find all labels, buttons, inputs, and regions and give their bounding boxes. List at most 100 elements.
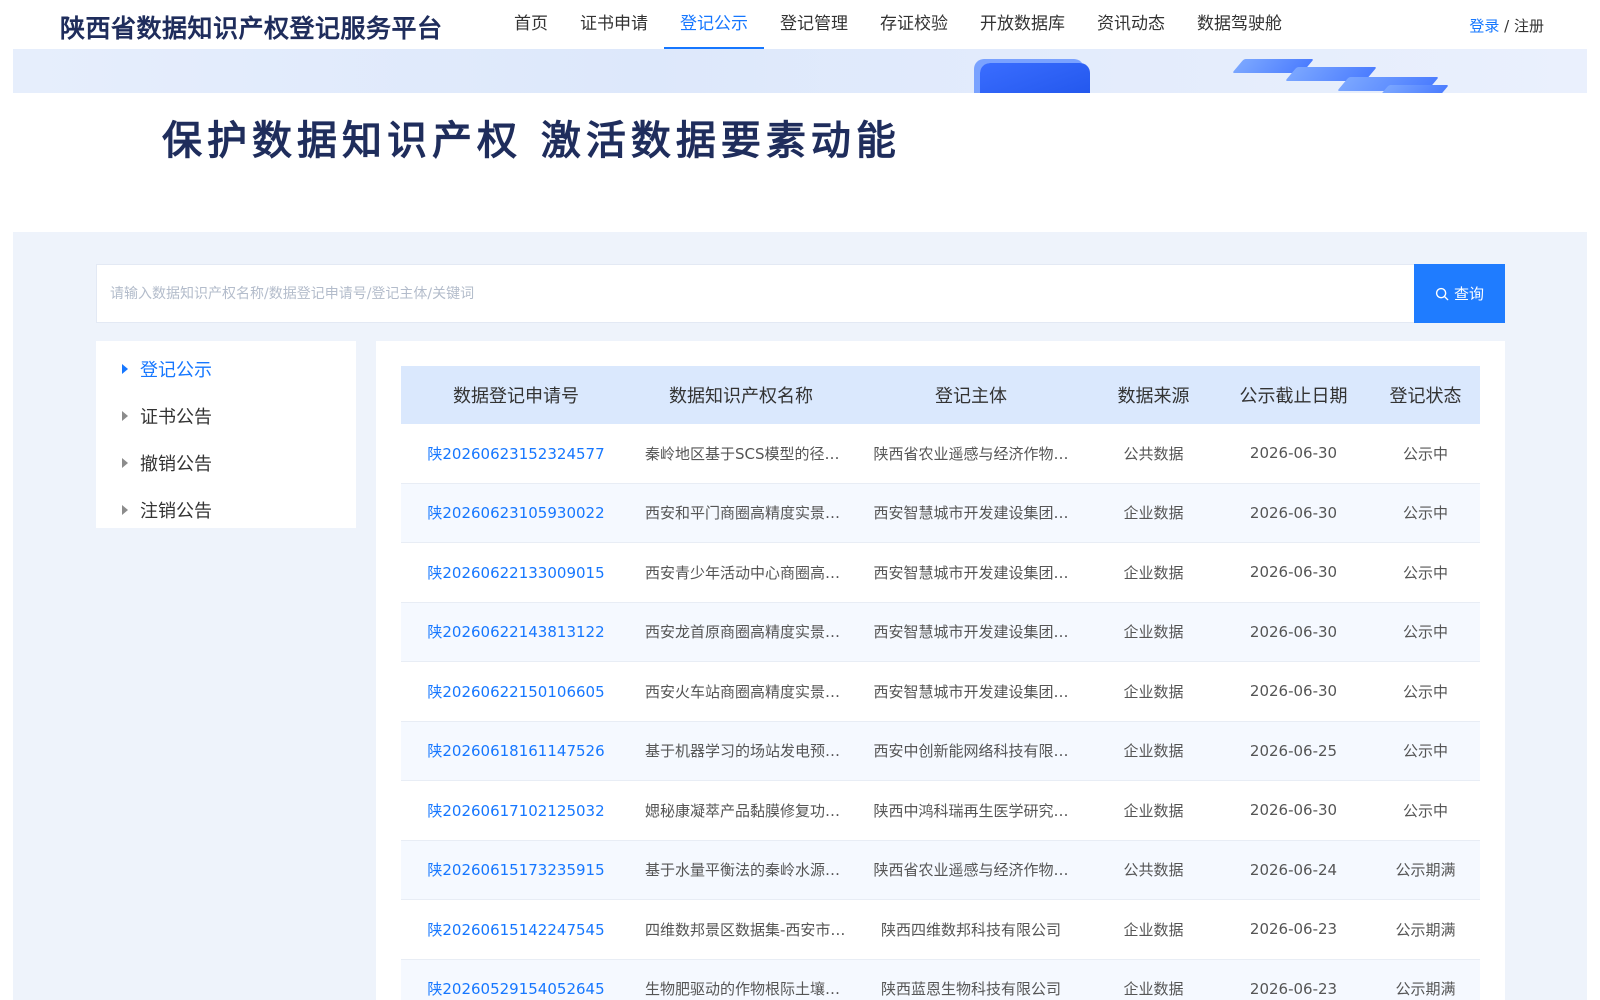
- banner-decoration-stripe: [1377, 85, 1449, 93]
- auth-separator: /: [1499, 17, 1514, 35]
- register-link[interactable]: 注册: [1514, 17, 1544, 35]
- cell-deadline: 2026-06-30: [1249, 682, 1338, 701]
- table-row[interactable]: 陕20260529154052645 生物肥驱动的作物根际土壤… 陕西蓝恩生物科技有…: [401, 959, 1480, 1000]
- nav-item-registration-management[interactable]: 登记管理: [764, 0, 864, 49]
- cell-application-number[interactable]: 陕20260623105930022: [401, 502, 631, 523]
- cell-deadline: 2026-06-30: [1249, 503, 1338, 522]
- login-link[interactable]: 登录: [1469, 17, 1499, 35]
- cell-application-number[interactable]: 陕20260622150106605: [401, 681, 631, 702]
- column-header-deadline: 公示截止日期: [1239, 386, 1348, 407]
- cell-status: 公示期满: [1395, 920, 1456, 939]
- column-header-ip-name: 数据知识产权名称: [669, 386, 813, 407]
- cell-deadline: 2026-06-24: [1249, 860, 1338, 879]
- search-button-label: 查询: [1453, 285, 1484, 303]
- banner-image: [13, 49, 1587, 93]
- cell-ip-name: 西安火车站商圈高精度实景…: [645, 682, 841, 701]
- cell-application-number[interactable]: 陕20260623152324577: [401, 443, 631, 464]
- cell-ip-name: 基于水量平衡法的秦岭水源…: [645, 861, 841, 880]
- cell-status: 公示期满: [1395, 861, 1456, 880]
- side-item-cancellation-notice[interactable]: 注销公告: [96, 486, 356, 533]
- side-item-certificate-notice[interactable]: 证书公告: [96, 392, 356, 439]
- cell-status: 公示中: [1402, 682, 1448, 701]
- cell-deadline: 2026-06-30: [1249, 563, 1338, 582]
- cell-application-number[interactable]: 陕20260622143813122: [401, 621, 631, 642]
- caret-right-icon: [122, 457, 128, 468]
- search-icon: [1435, 287, 1449, 300]
- cell-data-source: 企业数据: [1123, 563, 1184, 582]
- main-nav: 首页 证书申请 登记公示 登记管理 存证校验 开放数据库 资讯动态 数据驾驶舱: [498, 0, 1298, 49]
- cell-status: 公示中: [1402, 801, 1448, 820]
- cell-application-number[interactable]: 陕20260615142247545: [401, 919, 631, 940]
- table-row[interactable]: 陕20260622150106605 西安火车站商圈高精度实景… 西安智慧城市开发建…: [401, 662, 1480, 722]
- table-row[interactable]: 陕20260617102125032 媤秘康凝萃产品黏膜修复功… 陕西中鸿科瑞再生医…: [401, 781, 1480, 841]
- table-row[interactable]: 陕20260615142247545 四维数邦景区数据集-西安市… 陕西四维数邦科技…: [401, 900, 1480, 960]
- cell-data-source: 企业数据: [1123, 504, 1184, 523]
- cell-status: 公示中: [1402, 563, 1448, 582]
- cell-data-source: 企业数据: [1123, 980, 1184, 999]
- column-header-status: 登记状态: [1389, 386, 1462, 407]
- side-menu: 登记公示 证书公告 撤销公告 注销公告: [96, 341, 356, 528]
- cell-status: 公示中: [1402, 504, 1448, 523]
- search-input[interactable]: [97, 265, 1415, 322]
- table-row[interactable]: 陕20260622133009015 西安青少年活动中心商圈高… 西安智慧城市开发建…: [401, 543, 1480, 603]
- nav-item-home[interactable]: 首页: [498, 0, 564, 49]
- cell-registrant: 陕西省农业遥感与经济作物…: [873, 444, 1069, 463]
- cell-ip-name: 基于机器学习的场站发电预…: [645, 742, 841, 761]
- cell-ip-name: 媤秘康凝萃产品黏膜修复功…: [645, 801, 841, 820]
- cell-status: 公示中: [1402, 623, 1448, 642]
- caret-right-icon: [122, 363, 128, 374]
- auth-links: 登录 / 注册: [1469, 15, 1544, 36]
- cell-application-number[interactable]: 陕20260529154052645: [401, 978, 631, 999]
- cell-application-number[interactable]: 陕20260622133009015: [401, 562, 631, 583]
- table-row[interactable]: 陕20260618161147526 基于机器学习的场站发电预… 西安中创新能网络科…: [401, 721, 1480, 781]
- site-title[interactable]: 陕西省数据知识产权登记服务平台: [60, 9, 443, 45]
- cell-application-number[interactable]: 陕20260618161147526: [401, 740, 631, 761]
- cell-registrant: 西安智慧城市开发建设集团…: [873, 563, 1069, 582]
- search-button[interactable]: 查询: [1414, 264, 1505, 323]
- cell-status: 公示中: [1402, 444, 1448, 463]
- nav-item-certificate-apply[interactable]: 证书申请: [564, 0, 664, 49]
- side-item-label: 证书公告: [140, 406, 212, 428]
- cell-ip-name: 生物肥驱动的作物根际土壤…: [645, 980, 841, 999]
- page: 陕西省数据知识产权登记服务平台 首页 证书申请 登记公示 登记管理 存证校验 开…: [0, 0, 1600, 1000]
- nav-item-registration-notice[interactable]: 登记公示: [664, 0, 764, 49]
- cell-application-number[interactable]: 陕20260617102125032: [401, 800, 631, 821]
- cell-deadline: 2026-06-23: [1249, 920, 1338, 939]
- table-panel: 数据登记申请号 数据知识产权名称 登记主体 数据来源 公示截止日期 登记状态 陕…: [376, 341, 1505, 1000]
- cell-ip-name: 西安和平门商圈高精度实景…: [645, 504, 841, 523]
- cell-data-source: 企业数据: [1123, 801, 1184, 820]
- nav-item-data-cockpit[interactable]: 数据驾驶舱: [1181, 0, 1298, 49]
- nav-item-open-database[interactable]: 开放数据库: [964, 0, 1081, 49]
- cell-deadline: 2026-06-30: [1249, 444, 1338, 463]
- side-item-label: 登记公示: [140, 359, 212, 381]
- cell-ip-name: 西安龙首原商圈高精度实景…: [645, 623, 841, 642]
- table-row[interactable]: 陕20260623152324577 秦岭地区基于SCS模型的径… 陕西省农业遥感与…: [401, 424, 1480, 484]
- cell-status: 公示期满: [1395, 980, 1456, 999]
- cell-registrant: 陕西蓝恩生物科技有限公司: [880, 980, 1061, 999]
- cell-deadline: 2026-06-30: [1249, 622, 1338, 641]
- side-item-registration-notice[interactable]: 登记公示: [96, 345, 356, 392]
- side-item-revocation-notice[interactable]: 撤销公告: [96, 439, 356, 486]
- cell-data-source: 公共数据: [1123, 861, 1184, 880]
- cell-data-source: 公共数据: [1123, 444, 1184, 463]
- table-row[interactable]: 陕20260615173235915 基于水量平衡法的秦岭水源… 陕西省农业遥感与经…: [401, 840, 1480, 900]
- table-header-row: 数据登记申请号 数据知识产权名称 登记主体 数据来源 公示截止日期 登记状态: [401, 366, 1480, 424]
- cell-deadline: 2026-06-25: [1249, 741, 1338, 760]
- cell-registrant: 陕西省农业遥感与经济作物…: [873, 861, 1069, 880]
- cell-data-source: 企业数据: [1123, 920, 1184, 939]
- cell-deadline: 2026-06-23: [1249, 979, 1338, 998]
- cell-ip-name: 四维数邦景区数据集-西安市…: [645, 920, 846, 939]
- cell-registrant: 西安中创新能网络科技有限…: [873, 742, 1069, 761]
- table-row[interactable]: 陕20260623105930022 西安和平门商圈高精度实景… 西安智慧城市开发建…: [401, 483, 1480, 543]
- cell-data-source: 企业数据: [1123, 623, 1184, 642]
- column-header-data-source: 数据来源: [1117, 386, 1190, 407]
- column-header-application-number: 数据登记申请号: [453, 386, 579, 407]
- table-row[interactable]: 陕20260622143813122 西安龙首原商圈高精度实景… 西安智慧城市开发建…: [401, 602, 1480, 662]
- nav-item-evidence-verify[interactable]: 存证校验: [864, 0, 964, 49]
- cell-deadline: 2026-06-30: [1249, 801, 1338, 820]
- cell-application-number[interactable]: 陕20260615173235915: [401, 859, 631, 880]
- caret-right-icon: [122, 504, 128, 515]
- nav-item-news[interactable]: 资讯动态: [1081, 0, 1181, 49]
- registration-table: 数据登记申请号 数据知识产权名称 登记主体 数据来源 公示截止日期 登记状态 陕…: [401, 366, 1480, 1000]
- cell-data-source: 企业数据: [1123, 682, 1184, 701]
